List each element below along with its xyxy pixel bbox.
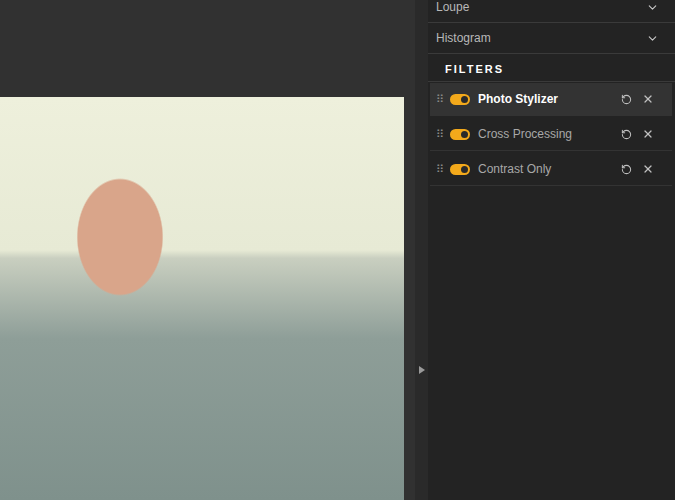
toggle-knob [461,131,468,138]
filter-name: Photo Stylizer [478,92,615,106]
filter-row[interactable]: ⠿ Contrast Only [430,153,672,186]
reset-icon[interactable] [621,129,632,140]
drag-handle-icon[interactable]: ⠿ [436,129,442,140]
filter-name: Cross Processing [478,127,615,141]
close-icon[interactable] [642,163,654,175]
chevron-down-icon[interactable] [646,32,659,45]
filter-name: Contrast Only [478,162,615,176]
panel-header[interactable]: Loupe [428,0,675,23]
reset-icon[interactable] [621,164,632,175]
panel-label: Loupe [436,0,469,14]
filter-toggle[interactable] [450,164,470,175]
reset-icon[interactable] [621,94,632,105]
drag-handle-icon[interactable]: ⠿ [436,94,442,105]
chevron-down-icon[interactable] [646,1,659,14]
panel-header[interactable]: Histogram [428,23,675,54]
close-icon[interactable] [642,128,654,140]
filter-row[interactable]: ⠿ Cross Processing [430,118,672,151]
filter-toggle[interactable] [450,129,470,140]
filter-toggle[interactable] [450,94,470,105]
drag-handle-icon[interactable]: ⠿ [436,164,442,175]
toggle-knob [461,166,468,173]
app-window: Loupe Histogram FILTERS ⠿ Photo Stylizer ⠿ Cro… [0,0,675,500]
filters-heading: FILTERS [428,54,675,82]
photo [0,97,404,500]
image-canvas [0,0,415,500]
expand-triangle-icon[interactable] [419,366,425,374]
sidebar: Loupe Histogram FILTERS ⠿ Photo Stylizer ⠿ Cro… [428,0,675,500]
panel-label: Histogram [436,31,491,45]
close-icon[interactable] [642,93,654,105]
toggle-knob [461,96,468,103]
panel-divider[interactable] [415,0,428,500]
filter-row[interactable]: ⠿ Photo Stylizer [430,83,672,116]
